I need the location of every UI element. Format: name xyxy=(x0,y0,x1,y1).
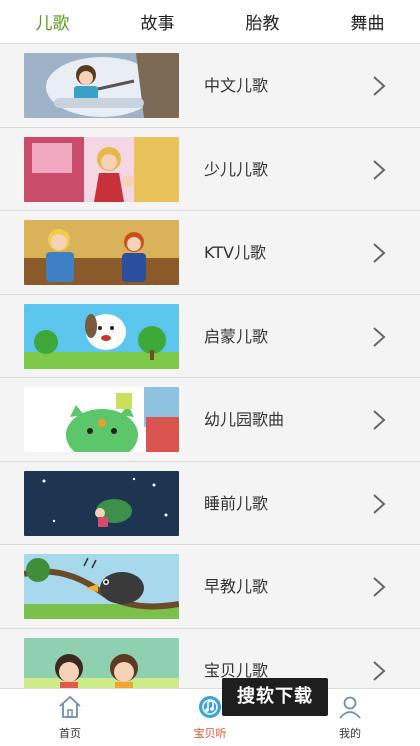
category-label: 少儿儿歌 xyxy=(204,159,269,179)
home-icon xyxy=(59,695,81,718)
nav-profile-label: 我的 xyxy=(339,727,361,740)
chevron-right-icon xyxy=(373,493,386,514)
category-list: 中文儿歌 少儿儿歌 KTV儿歌 启蒙儿歌 幼儿园歌曲 睡前儿歌 早教儿歌 宝贝儿… xyxy=(0,44,420,688)
watermark-badge: 搜软下载 xyxy=(222,678,328,716)
category-label: 中文儿歌 xyxy=(204,76,269,95)
list-item[interactable]: 少儿儿歌 xyxy=(0,127,420,211)
tab-children-songs[interactable]: 儿歌 xyxy=(0,0,105,43)
category-label: 睡前儿歌 xyxy=(204,493,269,513)
category-thumbnail xyxy=(24,387,179,452)
category-label: 早教儿歌 xyxy=(204,577,269,596)
tab-stories[interactable]: 故事 xyxy=(105,0,210,43)
list-item[interactable]: 宝贝儿歌 xyxy=(0,628,420,688)
list-item[interactable]: 早教儿歌 xyxy=(0,545,420,629)
list-item[interactable]: 启蒙儿歌 xyxy=(0,294,420,378)
category-label: 启蒙儿歌 xyxy=(204,326,269,346)
category-label: KTV儿歌 xyxy=(204,243,266,262)
category-thumbnail xyxy=(24,220,179,285)
chevron-right-icon xyxy=(373,326,386,347)
chevron-right-icon xyxy=(373,410,386,430)
chevron-right-icon xyxy=(373,660,386,681)
tab-dance-music[interactable]: 舞曲 xyxy=(315,0,420,43)
chevron-right-icon xyxy=(373,577,386,597)
profile-icon xyxy=(339,696,361,719)
list-item[interactable]: 睡前儿歌 xyxy=(0,461,420,545)
category-thumbnail xyxy=(24,136,179,202)
top-tab-bar: 儿歌 故事 胎教 舞曲 xyxy=(0,0,420,44)
category-thumbnail xyxy=(24,637,179,688)
nav-home-label: 首页 xyxy=(59,727,81,740)
music-disc-icon xyxy=(199,696,221,718)
nav-home[interactable]: 首页 xyxy=(30,689,110,746)
category-thumbnail xyxy=(24,303,179,369)
category-thumbnail xyxy=(24,53,179,118)
category-label: 幼儿园歌曲 xyxy=(204,410,285,429)
list-item[interactable]: 中文儿歌 xyxy=(0,44,420,128)
chevron-right-icon xyxy=(373,243,386,263)
category-thumbnail xyxy=(24,470,179,536)
category-thumbnail xyxy=(24,554,179,619)
bottom-nav-bar: 首页 宝贝听 我的 xyxy=(0,688,420,746)
list-item[interactable]: KTV儿歌 xyxy=(0,211,420,295)
chevron-right-icon xyxy=(373,76,386,96)
nav-baby-listen-label: 宝贝听 xyxy=(193,727,227,740)
tab-prenatal[interactable]: 胎教 xyxy=(210,0,315,43)
list-item[interactable]: 幼儿园歌曲 xyxy=(0,378,420,462)
chevron-right-icon xyxy=(373,159,386,180)
app-screen: 儿歌 故事 胎教 舞曲 中文儿歌 少儿儿歌 KTV儿歌 启蒙儿歌 幼儿园歌曲 睡… xyxy=(0,0,420,746)
